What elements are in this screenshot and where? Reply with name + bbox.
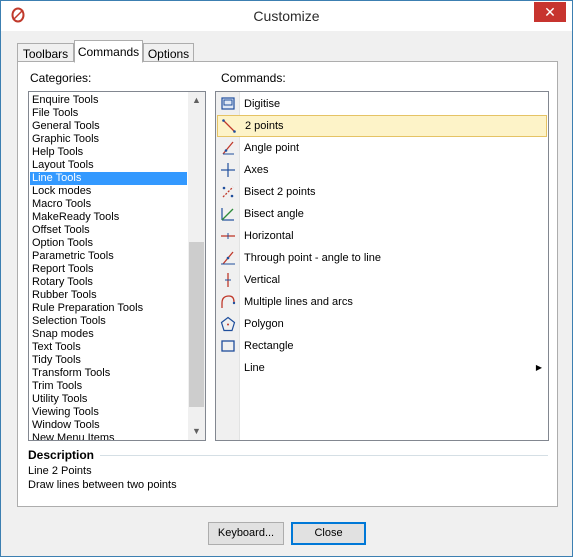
categories-listbox[interactable]: Enquire Tools File Tools General Tools Grap… bbox=[28, 91, 206, 441]
command-label: Axes bbox=[244, 164, 269, 176]
command-item-horizontal[interactable]: Horizontal bbox=[216, 225, 548, 247]
category-item[interactable]: File Tools bbox=[30, 107, 187, 120]
scroll-up-icon[interactable]: ▲ bbox=[188, 92, 205, 109]
description-heading: Description bbox=[28, 448, 95, 462]
command-item-rectangle[interactable]: Rectangle bbox=[216, 335, 548, 357]
category-item[interactable]: Rule Preparation Tools bbox=[30, 302, 187, 315]
command-label: Horizontal bbox=[244, 230, 294, 242]
angle-point-icon bbox=[222, 141, 234, 155]
commands-label: Commands: bbox=[221, 71, 286, 85]
categories-label: Categories: bbox=[30, 71, 92, 85]
categories-items: Enquire Tools File Tools General Tools Grap… bbox=[30, 94, 187, 440]
command-label: Line bbox=[244, 362, 265, 374]
command-label: Vertical bbox=[244, 274, 281, 286]
command-label: Through point - angle to line bbox=[244, 252, 381, 264]
category-item[interactable]: Lock modes bbox=[30, 185, 187, 198]
command-label: 2 points bbox=[245, 120, 284, 132]
command-item-polygon[interactable]: Polygon bbox=[216, 313, 548, 335]
commands-tab-panel: Categories: Commands: Enquire Tools File … bbox=[17, 61, 558, 507]
command-label: Angle point bbox=[244, 142, 300, 154]
description-name: Line 2 Points bbox=[28, 465, 92, 477]
category-item[interactable]: Selection Tools bbox=[30, 315, 187, 328]
category-item[interactable]: Transform Tools bbox=[30, 367, 187, 380]
category-item[interactable]: MakeReady Tools bbox=[30, 211, 187, 224]
keyboard-button[interactable]: Keyboard... bbox=[208, 522, 284, 545]
category-item[interactable]: Macro Tools bbox=[30, 198, 187, 211]
category-item[interactable]: Rubber Tools bbox=[30, 289, 187, 302]
category-item[interactable]: Parametric Tools bbox=[30, 250, 187, 263]
command-item-2-points[interactable]: 2 points bbox=[217, 115, 547, 137]
description-text: Draw lines between two points bbox=[28, 479, 177, 491]
category-item[interactable]: Text Tools bbox=[30, 341, 187, 354]
command-label: Polygon bbox=[244, 318, 284, 330]
category-item[interactable]: General Tools bbox=[30, 120, 187, 133]
bisect-2-points-icon bbox=[222, 186, 234, 198]
command-item-line-submenu[interactable]: Line ▶ bbox=[216, 357, 548, 379]
category-item[interactable]: Snap modes bbox=[30, 328, 187, 341]
category-item[interactable]: Trim Tools bbox=[30, 380, 187, 393]
axes-icon bbox=[221, 163, 235, 177]
tab-options[interactable]: Options bbox=[143, 43, 194, 62]
command-item-vertical[interactable]: Vertical bbox=[216, 269, 548, 291]
category-item[interactable]: Viewing Tools bbox=[30, 406, 187, 419]
close-window-button[interactable]: ✕ bbox=[534, 2, 566, 22]
tab-commands[interactable]: Commands bbox=[74, 40, 143, 63]
command-item-lines-and-arcs[interactable]: Multiple lines and arcs bbox=[216, 291, 548, 313]
category-item[interactable]: Window Tools bbox=[30, 419, 187, 432]
category-item[interactable]: Graphic Tools bbox=[30, 133, 187, 146]
command-item-angle-point[interactable]: Angle point bbox=[216, 137, 548, 159]
command-item-bisect-2-points[interactable]: Bisect 2 points bbox=[216, 181, 548, 203]
command-label: Rectangle bbox=[244, 340, 294, 352]
scroll-down-icon[interactable]: ▼ bbox=[188, 423, 205, 440]
command-label: Digitise bbox=[244, 98, 281, 110]
horizontal-line-icon bbox=[221, 233, 235, 239]
category-item[interactable]: Help Tools bbox=[30, 146, 187, 159]
command-label: Bisect 2 points bbox=[244, 186, 316, 198]
through-point-angle-icon bbox=[221, 251, 235, 265]
lines-and-arcs-icon bbox=[221, 295, 236, 308]
category-item[interactable]: Line Tools bbox=[30, 172, 187, 185]
category-item[interactable]: New Menu Items bbox=[30, 432, 187, 440]
customize-dialog: Customize ✕ Toolbars Commands Options Ca… bbox=[0, 0, 573, 557]
window-title: Customize bbox=[253, 8, 320, 24]
rectangle-icon bbox=[221, 340, 235, 352]
title-bar: Customize ✕ bbox=[1, 1, 572, 31]
category-item[interactable]: Layout Tools bbox=[30, 159, 187, 172]
line-2-points-icon bbox=[222, 119, 236, 133]
category-item[interactable]: Report Tools bbox=[30, 263, 187, 276]
command-item-digitise[interactable]: Digitise bbox=[216, 93, 548, 115]
categories-scrollbar[interactable]: ▲ ▼ bbox=[188, 92, 205, 440]
command-item-through-point-angle[interactable]: Through point - angle to line bbox=[216, 247, 548, 269]
close-button[interactable]: Close bbox=[291, 522, 366, 545]
command-label: Bisect angle bbox=[244, 208, 304, 220]
digitise-icon bbox=[221, 97, 235, 110]
command-item-axes[interactable]: Axes bbox=[216, 159, 548, 181]
command-item-bisect-angle[interactable]: Bisect angle bbox=[216, 203, 548, 225]
command-label: Multiple lines and arcs bbox=[244, 296, 353, 308]
bisect-angle-icon bbox=[221, 208, 234, 221]
category-item[interactable]: Rotary Tools bbox=[30, 276, 187, 289]
commands-items: Digitise 2 points Angle point Axes Bisec… bbox=[216, 93, 548, 379]
tab-toolbars[interactable]: Toolbars bbox=[17, 43, 74, 62]
commands-listbox[interactable]: Digitise 2 points Angle point Axes Bisec… bbox=[215, 91, 549, 441]
submenu-arrow-icon: ▶ bbox=[535, 363, 542, 372]
category-item[interactable]: Utility Tools bbox=[30, 393, 187, 406]
category-item[interactable]: Tidy Tools bbox=[30, 354, 187, 367]
polygon-icon bbox=[220, 316, 236, 332]
category-item[interactable]: Offset Tools bbox=[30, 224, 187, 237]
category-item[interactable]: Enquire Tools bbox=[30, 94, 187, 107]
category-item[interactable]: Option Tools bbox=[30, 237, 187, 250]
vertical-line-icon bbox=[225, 273, 231, 287]
description-divider bbox=[100, 455, 548, 456]
scrollbar-thumb[interactable] bbox=[189, 242, 204, 407]
